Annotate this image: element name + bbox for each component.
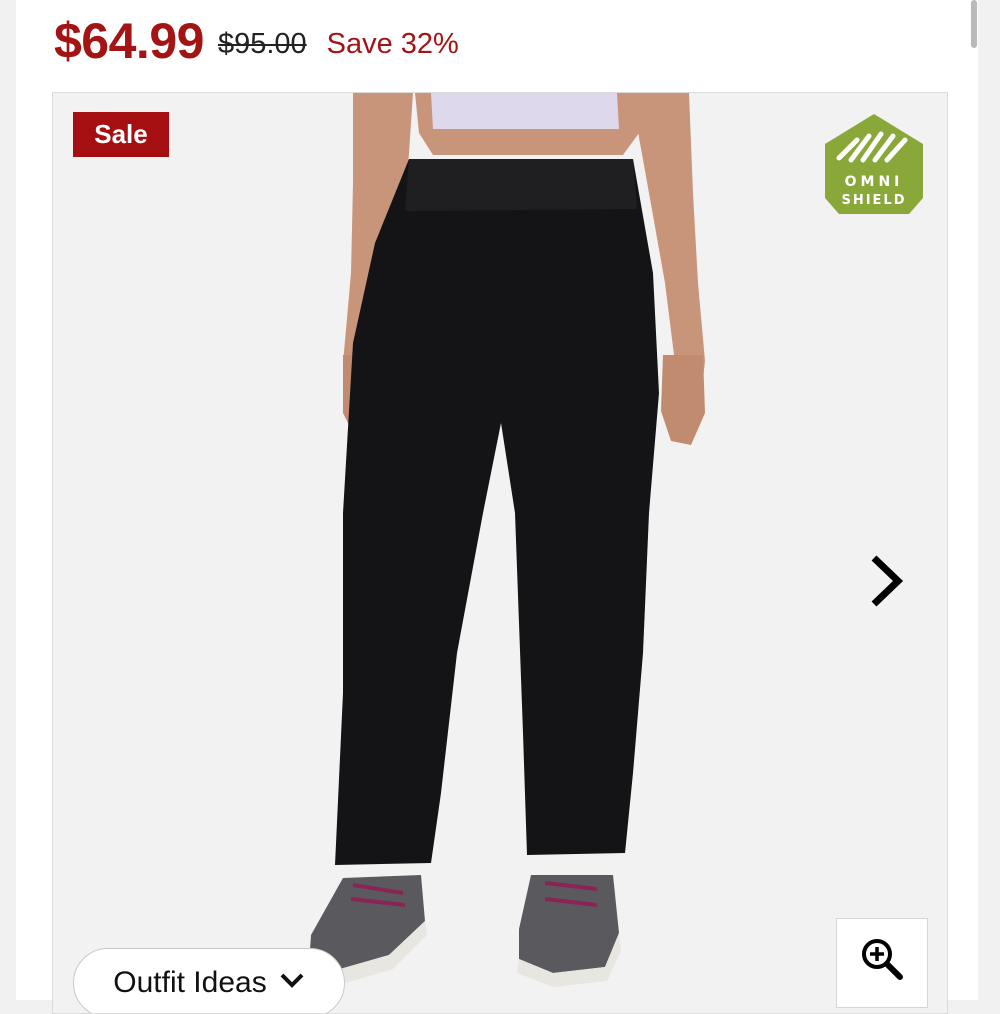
sale-price: $64.99 <box>54 13 204 69</box>
chevron-down-icon <box>280 973 304 988</box>
next-image-button[interactable] <box>861 551 911 611</box>
savings-text: Save 32% <box>326 27 459 60</box>
sale-badge: Sale <box>73 112 169 157</box>
outfit-ideas-button[interactable]: Outfit Ideas <box>73 948 345 1013</box>
product-gallery: Sale OMNI SHIELD Outfit Ideas <box>52 92 948 1014</box>
original-price: $95.00 <box>217 27 307 60</box>
omni-shield-logo: OMNI SHIELD <box>825 114 923 214</box>
chevron-right-icon <box>871 555 904 607</box>
omni-logo-text-line2: SHIELD <box>841 193 906 208</box>
scrollbar[interactable] <box>971 0 977 48</box>
price-row: $64.99 $95.00 Save 32% <box>54 6 459 76</box>
omni-logo-text-line1: OMNI <box>845 174 904 190</box>
zoom-in-icon <box>862 939 903 980</box>
outfit-ideas-label: Outfit Ideas <box>113 966 267 999</box>
product-image[interactable] <box>53 93 947 1013</box>
zoom-button[interactable] <box>836 918 928 1008</box>
